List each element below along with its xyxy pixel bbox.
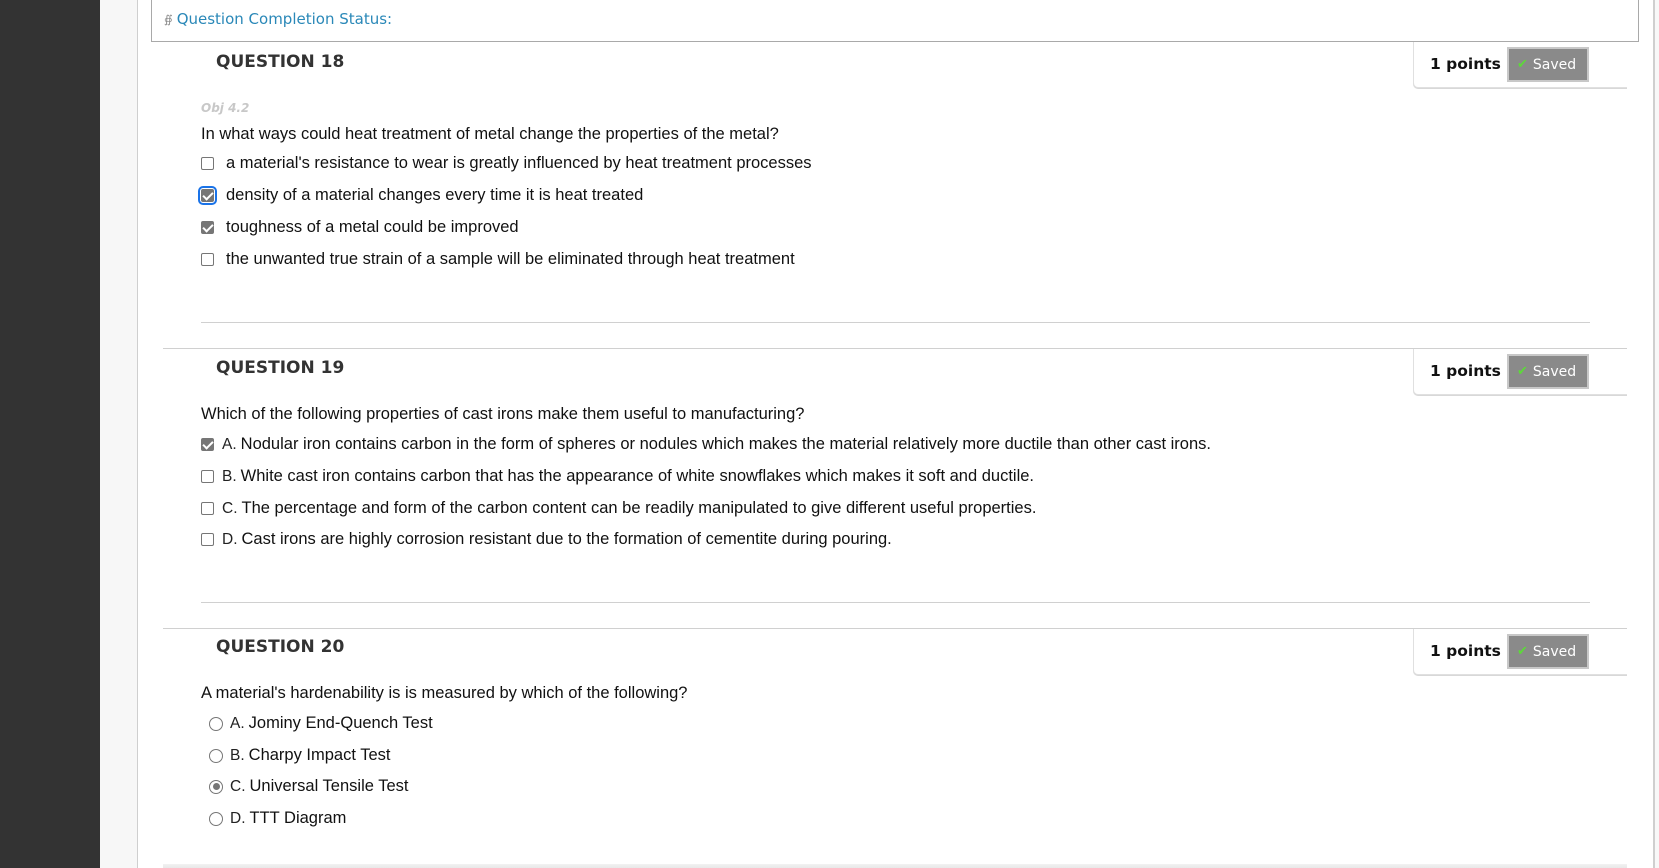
question-text: A material's hardenability is is measure…	[201, 684, 688, 702]
answer-radio[interactable]	[209, 716, 223, 731]
saved-label: Saved	[1532, 56, 1577, 73]
option-letter: A.	[222, 435, 237, 453]
answer-option[interactable]: A. Nodular iron contains carbon in the f…	[201, 435, 1211, 454]
saved-badge: ✔ Saved	[1507, 354, 1589, 389]
answer-option[interactable]: C. The percentage and form of the carbon…	[201, 499, 1036, 518]
double-chevron-down-icon: ∯	[164, 12, 173, 26]
left-dark-panel	[0, 0, 100, 868]
option-text: the unwanted true strain of a sample wil…	[226, 250, 795, 268]
answer-checkbox[interactable]	[201, 157, 214, 170]
option-letter: B.	[230, 746, 245, 764]
answer-radio[interactable]	[209, 779, 223, 794]
answer-checkbox[interactable]	[201, 253, 214, 266]
points-value: 1 points	[1430, 642, 1501, 660]
answer-option[interactable]: a material's resistance to wear is great…	[201, 154, 812, 173]
answer-option[interactable]: D. TTT Diagram	[201, 809, 346, 828]
question-completion-status-toggle[interactable]: ∯ Question Completion Status:	[164, 10, 392, 28]
question-title: QUESTION 19	[216, 358, 345, 378]
answer-checkbox[interactable]	[201, 533, 214, 546]
points-value: 1 points	[1430, 362, 1501, 380]
points-panel: 1 points ✔ Saved	[1413, 349, 1627, 395]
option-text: Jominy End-Quench Test	[248, 714, 433, 732]
option-letter: C.	[230, 777, 246, 795]
answer-radio[interactable]	[209, 811, 223, 826]
saved-label: Saved	[1532, 643, 1577, 660]
option-text: toughness of a metal could be improved	[226, 218, 519, 236]
question-divider	[201, 322, 1590, 323]
saved-label: Saved	[1532, 363, 1577, 380]
option-text: The percentage and form of the carbon co…	[241, 499, 1037, 517]
answer-checkbox[interactable]	[201, 470, 214, 483]
option-letter: A.	[230, 714, 245, 732]
left-gutter	[100, 0, 138, 868]
answer-checkbox[interactable]	[201, 438, 214, 451]
answer-option[interactable]: density of a material changes every time…	[198, 186, 644, 205]
option-text: TTT Diagram	[249, 809, 347, 827]
option-text: Cast irons are highly corrosion resistan…	[241, 530, 892, 548]
question-top-border	[163, 348, 1627, 349]
saved-badge: ✔ Saved	[1507, 634, 1589, 669]
answer-checkbox[interactable]	[198, 186, 217, 205]
answer-checkbox[interactable]	[201, 502, 214, 515]
question-divider	[201, 602, 1590, 603]
checkmark-icon: ✔	[1517, 57, 1528, 72]
question-top-border	[163, 628, 1627, 629]
answer-option[interactable]: the unwanted true strain of a sample wil…	[201, 250, 795, 269]
option-text: White cast iron contains carbon that has…	[240, 467, 1035, 485]
points-value: 1 points	[1430, 55, 1501, 73]
status-label: Question Completion Status:	[176, 10, 393, 28]
answer-option[interactable]: C. Universal Tensile Test	[201, 777, 408, 796]
option-text: Charpy Impact Test	[248, 746, 391, 764]
option-text: density of a material changes every time…	[226, 186, 644, 204]
points-panel: 1 points ✔ Saved	[1413, 629, 1627, 675]
option-letter: D.	[230, 809, 246, 827]
objective-tag: Obj 4.2	[201, 101, 250, 115]
checkmark-icon: ✔	[1517, 364, 1528, 379]
option-letter: D.	[222, 530, 238, 548]
question-text: In what ways could heat treatment of met…	[201, 125, 779, 143]
points-panel: 1 points ✔ Saved	[1413, 42, 1627, 88]
answer-checkbox[interactable]	[201, 221, 214, 234]
option-text: Universal Tensile Test	[249, 777, 409, 795]
answer-option[interactable]: D. Cast irons are highly corrosion resis…	[201, 530, 892, 549]
question-title: QUESTION 18	[216, 52, 345, 72]
question-completion-status-box: ∯ Question Completion Status:	[151, 0, 1639, 42]
answer-option[interactable]: B. White cast iron contains carbon that …	[201, 467, 1034, 486]
answer-radio[interactable]	[209, 748, 223, 763]
right-rail	[1653, 0, 1659, 868]
option-text: Nodular iron contains carbon in the form…	[240, 435, 1211, 453]
answer-option[interactable]: A. Jominy End-Quench Test	[201, 714, 433, 733]
next-question-edge	[163, 864, 1627, 868]
answer-option[interactable]: toughness of a metal could be improved	[201, 218, 519, 237]
question-text: Which of the following properties of cas…	[201, 405, 805, 423]
option-text: a material's resistance to wear is great…	[226, 154, 812, 172]
question-title: QUESTION 20	[216, 637, 345, 657]
answer-option[interactable]: B. Charpy Impact Test	[201, 746, 391, 765]
saved-badge: ✔ Saved	[1507, 47, 1589, 82]
option-letter: C.	[222, 499, 238, 517]
option-letter: B.	[222, 467, 237, 485]
checkmark-icon: ✔	[1517, 644, 1528, 659]
